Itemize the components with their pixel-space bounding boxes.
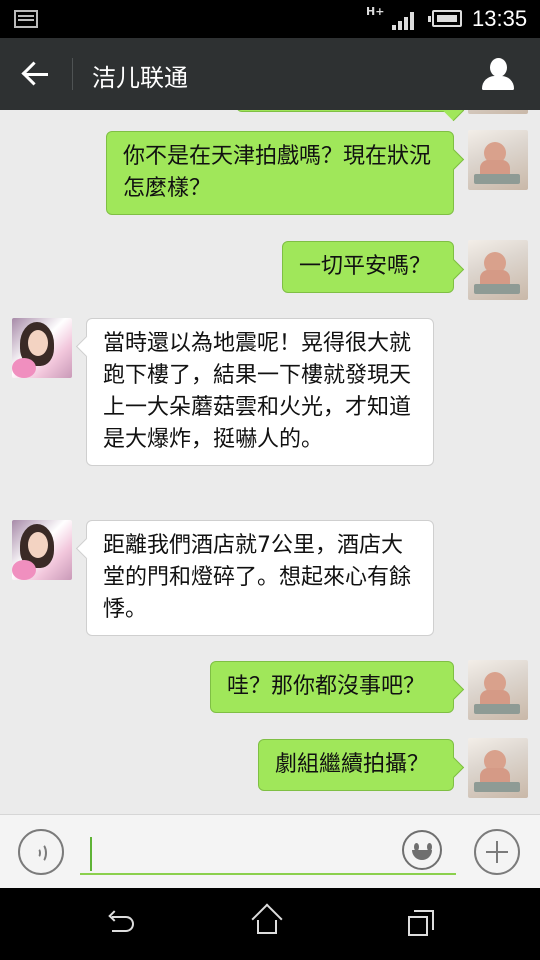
network-type-label: H+ [366, 5, 385, 18]
status-time: 13:35 [472, 6, 528, 31]
previous-message-bubble[interactable] [236, 110, 454, 112]
battery-icon [428, 10, 462, 27]
message-bubble[interactable]: 你不是在天津拍戲嗎？現在狀況怎麼樣？ [106, 131, 454, 215]
signal-icon [392, 10, 418, 30]
nav-recent-icon[interactable] [406, 906, 436, 936]
message-bubble[interactable]: 當時還以為地震呢！晃得很大就跑下樓了，結果一下樓就發現天上一大朵蘑菇雲和火光，才… [86, 318, 434, 466]
nav-back-icon[interactable] [106, 908, 138, 940]
message-text: 劇組繼續拍攝？ [275, 752, 430, 777]
plus-icon[interactable] [474, 829, 520, 875]
my-avatar[interactable] [468, 110, 528, 114]
chat-title: 洁儿联通 [92, 64, 188, 92]
message-text: 當時還以為地震呢！晃得很大就跑下樓了，結果一下樓就發現天上一大朵蘑菇雲和火光，才… [103, 331, 412, 452]
voice-icon[interactable] [18, 829, 64, 875]
notification-icon [14, 10, 38, 28]
emoji-icon[interactable] [402, 830, 442, 870]
network-type-icon: H+ [366, 6, 384, 32]
status-bar: H+ 13:35 [0, 0, 540, 38]
chat-header: 洁儿联通 [0, 38, 540, 110]
my-avatar[interactable] [468, 240, 528, 300]
my-avatar[interactable] [468, 738, 528, 798]
message-text: 你不是在天津拍戲嗎？現在狀況怎麼樣？ [123, 144, 432, 201]
message-input[interactable] [80, 835, 456, 875]
contact-avatar[interactable] [12, 520, 72, 580]
person-icon[interactable] [478, 54, 518, 94]
nav-home-icon[interactable] [251, 903, 283, 936]
message-bubble[interactable]: 一切平安嗎？ [282, 241, 454, 293]
message-bubble[interactable]: 哇？那你都沒事吧？ [210, 661, 454, 713]
message-text: 哇？那你都沒事吧？ [227, 674, 426, 699]
message-bubble[interactable]: 劇組繼續拍攝？ [258, 739, 454, 791]
contact-avatar[interactable] [12, 318, 72, 378]
header-divider [72, 58, 73, 90]
text-cursor [90, 837, 92, 871]
system-nav-bar [0, 888, 540, 960]
input-bar [0, 814, 540, 888]
message-bubble[interactable]: 距離我們酒店就7公里，酒店大堂的門和燈碎了。想起來心有餘悸。 [86, 520, 434, 636]
my-avatar[interactable] [468, 130, 528, 190]
arrow-left-icon[interactable] [16, 54, 56, 94]
my-avatar[interactable] [468, 660, 528, 720]
message-list[interactable]: 你不是在天津拍戲嗎？現在狀況怎麼樣？ 一切平安嗎？ 當時還以為地震呢！晃得很大就… [0, 110, 540, 814]
message-text: 一切平安嗎？ [299, 254, 432, 279]
message-text: 距離我們酒店就7公里，酒店大堂的門和燈碎了。想起來心有餘悸。 [103, 533, 412, 622]
